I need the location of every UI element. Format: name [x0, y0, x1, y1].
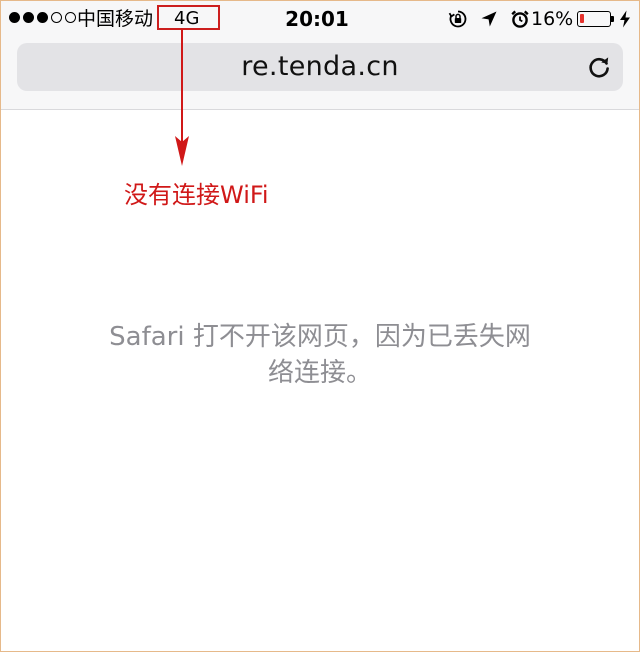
reload-icon[interactable] [585, 53, 613, 81]
error-line-2: 络连接。 [267, 358, 372, 388]
connection-error-message: Safari 打不开该网页，因为已丢失网 络连接。 [70, 319, 570, 391]
battery-icon [577, 11, 611, 27]
battery-cap [611, 16, 614, 22]
status-time: 20:01 [285, 7, 349, 31]
safari-chrome: 中国移动 4G 20:01 16% re.tenda.cn [1, 1, 639, 110]
carrier-name: 中国移动 [77, 8, 154, 30]
signal-dot [51, 12, 62, 23]
error-line-1: Safari 打不开该网页，因为已丢失网 [109, 322, 531, 352]
signal-strength-icon [9, 12, 76, 23]
signal-dot [9, 12, 20, 23]
battery-level-fill [580, 14, 584, 23]
address-bar[interactable]: re.tenda.cn [17, 43, 623, 91]
annotation-highlight-box [157, 5, 220, 30]
status-bar: 中国移动 4G 20:01 16% [1, 1, 639, 37]
signal-dot [37, 12, 48, 23]
location-arrow-icon [480, 10, 498, 28]
signal-dot [23, 12, 34, 23]
battery-percent: 16% [531, 8, 574, 30]
url-text[interactable]: re.tenda.cn [17, 43, 623, 91]
orientation-lock-icon [448, 9, 468, 29]
charging-bolt-icon [619, 10, 631, 32]
annotation-label: 没有连接WiFi [124, 181, 269, 209]
alarm-icon [510, 9, 530, 29]
status-icons [448, 9, 530, 29]
signal-dot [65, 12, 76, 23]
annotation-arrow [172, 28, 192, 172]
